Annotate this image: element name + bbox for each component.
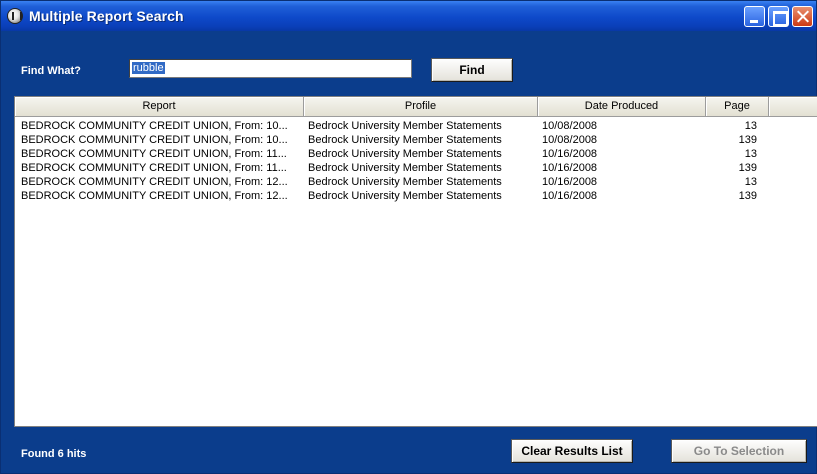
column-header-extra[interactable] xyxy=(769,97,817,117)
status-text: Found 6 hits xyxy=(21,448,87,460)
cell-report: BEDROCK COMMUNITY CREDIT UNION, From: 10… xyxy=(21,120,288,132)
minimize-icon[interactable] xyxy=(744,6,765,27)
find-what-label: Find What? xyxy=(21,65,81,77)
find-what-input[interactable]: rubble xyxy=(129,59,412,78)
window-title: Multiple Report Search xyxy=(29,8,184,24)
result-row[interactable]: BEDROCK COMMUNITY CREDIT UNION, From: 12… xyxy=(15,175,817,189)
cell-page: 139 xyxy=(738,134,757,146)
result-row[interactable]: BEDROCK COMMUNITY CREDIT UNION, From: 11… xyxy=(15,161,817,175)
find-what-value: rubble xyxy=(132,62,165,74)
cell-date: 10/16/2008 xyxy=(542,190,598,202)
cell-date: 10/16/2008 xyxy=(542,176,598,188)
close-icon[interactable] xyxy=(792,6,813,27)
maximize-icon[interactable] xyxy=(768,6,789,27)
cell-report: BEDROCK COMMUNITY CREDIT UNION, From: 10… xyxy=(21,134,288,146)
cell-report: BEDROCK COMMUNITY CREDIT UNION, From: 12… xyxy=(21,190,288,202)
cell-profile: Bedrock University Member Statements xyxy=(308,134,502,146)
cell-page: 13 xyxy=(744,120,757,132)
cell-date: 10/08/2008 xyxy=(542,120,598,132)
column-header-page[interactable]: Page xyxy=(706,97,769,117)
results-header: Report Profile Date Produced Page xyxy=(15,97,817,117)
cell-date: 10/08/2008 xyxy=(542,134,598,146)
find-button[interactable]: Find xyxy=(431,58,513,82)
cell-page: 13 xyxy=(744,148,757,160)
cell-report: BEDROCK COMMUNITY CREDIT UNION, From: 11… xyxy=(21,148,287,160)
result-row[interactable]: BEDROCK COMMUNITY CREDIT UNION, From: 11… xyxy=(15,147,817,161)
results-rows: BEDROCK COMMUNITY CREDIT UNION, From: 10… xyxy=(15,119,817,203)
cell-date: 10/16/2008 xyxy=(542,148,598,160)
cell-profile: Bedrock University Member Statements xyxy=(308,162,502,174)
cell-profile: Bedrock University Member Statements xyxy=(308,190,502,202)
go-to-selection-button[interactable]: Go To Selection xyxy=(671,439,807,463)
result-row[interactable]: BEDROCK COMMUNITY CREDIT UNION, From: 10… xyxy=(15,119,817,133)
cell-profile: Bedrock University Member Statements xyxy=(308,148,502,160)
clear-results-button[interactable]: Clear Results List xyxy=(511,439,633,463)
result-row[interactable]: BEDROCK COMMUNITY CREDIT UNION, From: 12… xyxy=(15,189,817,203)
column-header-report[interactable]: Report xyxy=(15,97,304,117)
cell-page: 139 xyxy=(738,190,757,202)
column-header-profile[interactable]: Profile xyxy=(304,97,538,117)
app-icon[interactable] xyxy=(7,8,23,24)
cell-page: 139 xyxy=(738,162,757,174)
cell-report: BEDROCK COMMUNITY CREDIT UNION, From: 11… xyxy=(21,162,287,174)
cell-date: 10/16/2008 xyxy=(542,162,598,174)
report-search-window: Multiple Report Search Find What? rubble… xyxy=(0,0,817,474)
title-bar[interactable]: Multiple Report Search xyxy=(1,1,816,31)
cell-profile: Bedrock University Member Statements xyxy=(308,176,502,188)
cell-page: 13 xyxy=(744,176,757,188)
column-header-date-produced[interactable]: Date Produced xyxy=(538,97,706,117)
result-row[interactable]: BEDROCK COMMUNITY CREDIT UNION, From: 10… xyxy=(15,133,817,147)
cell-profile: Bedrock University Member Statements xyxy=(308,120,502,132)
results-list[interactable]: Report Profile Date Produced Page BEDROC… xyxy=(14,96,817,427)
cell-report: BEDROCK COMMUNITY CREDIT UNION, From: 12… xyxy=(21,176,288,188)
